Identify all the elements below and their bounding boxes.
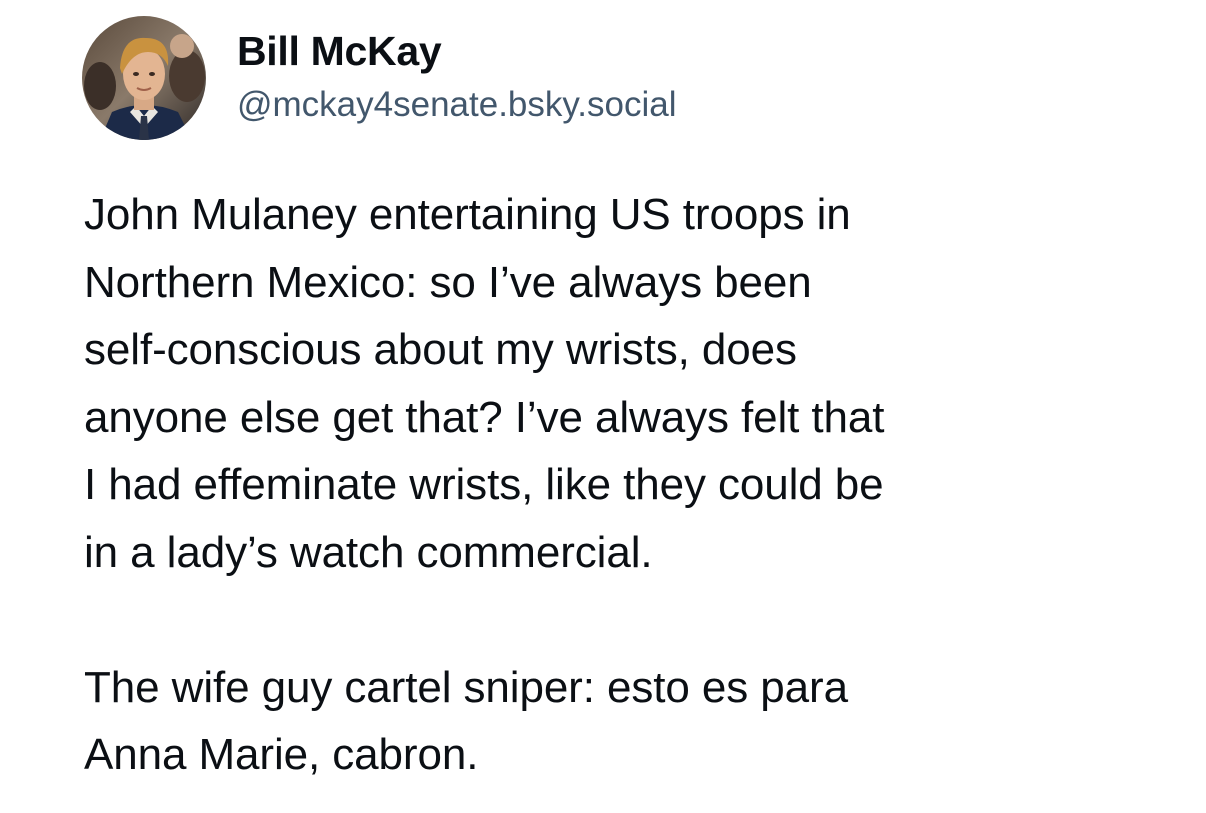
author-handle[interactable]: @mckay4senate.bsky.social bbox=[237, 82, 677, 128]
avatar[interactable] bbox=[82, 16, 206, 140]
user-avatar-photo-icon bbox=[82, 16, 206, 140]
post-text: John Mulaney entertaining US troops in N… bbox=[84, 190, 885, 779]
author-names: Bill McKay @mckay4senate.bsky.social bbox=[237, 16, 677, 128]
author-display-name[interactable]: Bill McKay bbox=[237, 26, 677, 76]
post-header: Bill McKay @mckay4senate.bsky.social bbox=[82, 16, 677, 140]
post-card: Bill McKay @mckay4senate.bsky.social Joh… bbox=[0, 0, 1206, 813]
